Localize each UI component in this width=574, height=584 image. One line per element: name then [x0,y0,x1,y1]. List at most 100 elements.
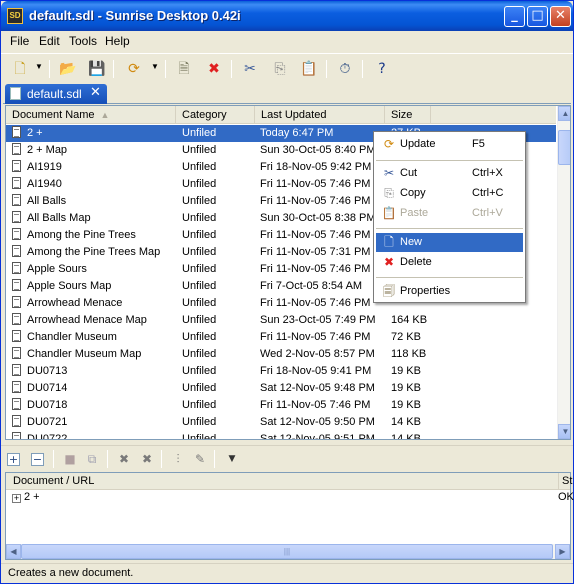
document-icon [12,126,21,138]
table-row[interactable]: Chandler Museum Map Unfiled Wed 2-Nov-05 8… [6,346,556,363]
size-cell: 164 KB [391,314,428,326]
copy-icon[interactable]: ⎘ [269,58,291,80]
scroll-up-button[interactable]: ▲ [558,106,570,121]
update-icon[interactable]: ⟳ [123,58,145,80]
toolbar-separator [362,60,363,78]
scroll-right-button[interactable]: ▶ [555,544,570,559]
column-header-name[interactable]: Document Name ▲ [6,106,176,124]
sort-ascending-icon: ▲ [100,110,110,120]
table-row[interactable]: Arrowhead Menace Map Unfiled Sun 23-Oct-05… [6,312,556,329]
category-cell: Unfiled [182,178,217,190]
scroll-thumb[interactable]: ||| [21,544,553,559]
tab-label: default.sdl [27,87,82,101]
category-cell: Unfiled [182,433,217,440]
expand-all-icon[interactable]: + [7,453,20,466]
last-updated-cell: Sun 30-Oct-05 8:38 PM [260,212,376,224]
table-row[interactable]: DU0721 Unfiled Sat 12-Nov-05 9:50 PM 14 KB [6,414,556,431]
tab-default-sdl[interactable]: default.sdl ✕ [5,84,107,104]
window-title: default.sdl - Sunrise Desktop 0.42i [29,8,241,23]
document-name-cell: DU0714 [12,380,177,397]
new-document-icon[interactable]: 🗋 [9,58,31,80]
category-cell: Unfiled [182,161,217,173]
main-toolbar: 🗋 ▼ 📂 💾 ⟳ ▼ 🗎 ✖ ✂ ⎘ 📋 ⏱ ? [1,53,573,83]
close-button[interactable]: ✕ [550,6,571,27]
document-icon [12,211,21,223]
column-header-status[interactable]: St [558,473,572,490]
last-updated-cell: Fri 11-Nov-05 7:46 PM [260,195,371,207]
category-cell: Unfiled [182,246,217,258]
column-header-updated[interactable]: Last Updated [255,106,385,124]
vertical-scrollbar[interactable]: ▲ ▼ [557,106,570,439]
scroll-thumb[interactable] [558,130,570,165]
menu-tools[interactable]: Tools [69,34,97,48]
scroll-down-button[interactable]: ▼ [558,424,570,439]
scroll-left-button[interactable]: ◀ [6,544,21,559]
document-tabs: default.sdl ✕ [3,84,571,104]
last-updated-cell: Sun 23-Oct-05 7:49 PM [260,314,376,326]
last-updated-cell: Fri 11-Nov-05 7:46 PM [260,263,371,275]
stop-icon[interactable]: ■ [61,450,79,468]
context-menu-cut[interactable]: ✂ Cut Ctrl+X [376,164,523,183]
column-header-size[interactable]: Size [385,106,431,124]
last-updated-cell: Fri 11-Nov-05 7:46 PM [260,178,371,190]
tree-icon[interactable]: ⫶ [169,450,187,468]
chevron-down-icon[interactable]: ▼ [151,62,159,71]
table-row[interactable]: DU0718 Unfiled Fri 11-Nov-05 7:46 PM 19 KB [6,397,556,414]
horizontal-scrollbar[interactable]: ◀ ||| ▶ [6,544,570,559]
collapse-all-icon[interactable]: − [31,453,44,466]
last-updated-cell: Fri 11-Nov-05 7:46 PM [260,297,371,309]
document-icon [12,313,21,325]
document-icon [12,194,21,206]
cut-icon[interactable]: ✂ [239,58,261,80]
category-cell: Unfiled [182,416,217,428]
last-updated-cell: Fri 11-Nov-05 7:31 PM [260,246,371,258]
table-row[interactable]: DU0713 Unfiled Fri 18-Nov-05 9:41 PM 19 KB [6,363,556,380]
minimize-button[interactable]: _ [504,6,525,27]
context-menu-properties[interactable]: 🗐 Properties [376,282,523,301]
table-row[interactable]: DU0714 Unfiled Sat 12-Nov-05 9:48 PM 19 KB [6,380,556,397]
last-updated-cell: Today 6:47 PM [260,125,384,142]
table-row[interactable]: DU0722 Unfiled Sat 12-Nov-05 9:51 PM 14 KB [6,431,556,440]
remove-all-icon[interactable]: ✖ [138,450,156,468]
queue-header: Document / URL St [6,473,572,490]
chevron-down-icon[interactable]: ▼ [35,62,43,71]
context-menu-new[interactable]: 🗋 New [376,233,523,252]
column-header-document-url[interactable]: Document / URL [13,473,94,490]
column-header-category[interactable]: Category [176,106,255,124]
menu-edit[interactable]: Edit [39,34,60,48]
help-icon[interactable]: ? [371,58,393,80]
save-icon[interactable]: 💾 [86,58,108,80]
document-name-cell: Arrowhead Menace Map [12,312,177,329]
last-updated-cell: Fri 7-Oct-05 8:54 AM [260,280,363,292]
new-page-icon[interactable]: 🗎 [173,58,195,80]
open-folder-icon[interactable]: 📂 [57,58,79,80]
menu-help[interactable]: Help [105,34,130,48]
last-updated-cell: Sat 12-Nov-05 9:48 PM [260,382,375,394]
stop-all-icon[interactable]: ⧉ [83,450,101,468]
context-menu-paste[interactable]: 📋 Paste Ctrl+V [376,204,523,223]
cut-icon: ✂ [383,166,395,180]
queue-item-label[interactable]: 2 + [24,491,40,503]
context-menu-update[interactable]: ⟳ Update F5 [376,135,523,154]
category-cell: Unfiled [182,348,217,360]
expand-tree-icon[interactable]: + [12,494,21,503]
context-menu-copy[interactable]: ⎘ Copy Ctrl+C [376,184,523,203]
app-window: SD default.sdl - Sunrise Desktop 0.42i _… [0,0,574,584]
paste-icon[interactable]: 📋 [298,58,320,80]
context-menu-delete[interactable]: ✖ Delete [376,253,523,272]
remove-icon[interactable]: ✖ [115,450,133,468]
category-cell: Unfiled [182,297,217,309]
last-updated-cell: Fri 11-Nov-05 7:46 PM [260,331,371,343]
title-bar[interactable]: SD default.sdl - Sunrise Desktop 0.42i _… [1,1,573,31]
table-row[interactable]: Chandler Museum Unfiled Fri 11-Nov-05 7:46… [6,329,556,346]
chevron-down-icon[interactable]: ▼ [223,450,241,468]
delete-icon[interactable]: ✖ [203,58,225,80]
category-cell: Unfiled [182,365,217,377]
edit-icon[interactable]: ✎ [191,450,209,468]
menu-file[interactable]: File [10,34,29,48]
maximize-button[interactable]: □ [527,6,548,27]
update-icon: ⟳ [383,137,395,151]
size-cell: 72 KB [391,331,421,343]
timer-icon[interactable]: ⏱ [334,58,356,80]
close-tab-icon[interactable]: ✕ [90,85,101,100]
